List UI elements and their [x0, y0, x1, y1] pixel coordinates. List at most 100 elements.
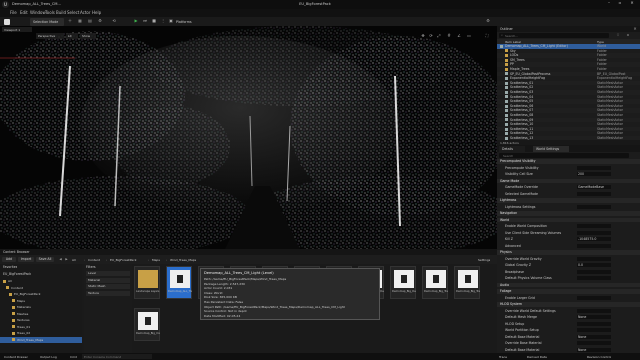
level-asset-tile[interactable]: Demomap_Big_Trees_CM_Light_Built — [454, 266, 480, 299]
folder-tree-item[interactable]: Trees_02 — [0, 330, 82, 336]
close-outliner-icon[interactable]: ✕ — [632, 26, 638, 32]
menu-file[interactable]: File — [10, 10, 17, 15]
cmd-button[interactable]: Cmd — [70, 355, 77, 359]
folder-tree-item[interactable]: Textures — [0, 317, 82, 323]
menu-select[interactable]: Select — [67, 10, 79, 15]
details-property-row[interactable]: Default Base Material None — [497, 347, 640, 353]
output-log-button[interactable]: Output Log — [40, 355, 57, 359]
breadcrumb-content[interactable]: Content — [88, 258, 100, 262]
cinematics-icon[interactable]: ▤ — [86, 18, 94, 26]
menu-actor[interactable]: Actor — [80, 10, 91, 15]
details-property-row[interactable]: GameMode Override GameModeBase — [497, 185, 640, 190]
details-property-row[interactable]: Default Physics Volume Class — [497, 276, 640, 281]
details-section-header[interactable]: Lightmass — [497, 198, 640, 203]
folder-tree-item[interactable]: Materials — [0, 304, 82, 310]
selection-mode-dropdown[interactable]: Selection Mode — [30, 18, 64, 26]
reset-icon[interactable]: ⟲ — [110, 18, 118, 26]
property-value[interactable]: -1048575.0 — [577, 237, 611, 242]
stop-icon[interactable]: ■ — [150, 18, 158, 26]
perspective-button[interactable]: Perspective — [36, 33, 64, 39]
world-settings-tab[interactable]: World Settings — [533, 146, 569, 152]
show-button[interactable]: Show — [80, 33, 96, 39]
breadcrumb-all[interactable]: All — [72, 258, 76, 262]
breadcrumb-project[interactable]: EU_BigForestPack — [110, 258, 137, 262]
outliner-tab[interactable]: Outliner — [500, 27, 513, 31]
content-drawer-button[interactable]: Content Drawer — [4, 355, 28, 359]
content-browser-tab[interactable]: Content Browser — [3, 250, 30, 254]
save-icon[interactable] — [4, 19, 10, 25]
breadcrumb-wind-trees-maps[interactable]: Wind_Trees_Maps — [170, 258, 196, 262]
property-value[interactable] — [577, 321, 611, 326]
play-icon[interactable]: ▶ — [132, 18, 140, 26]
folder-tree-item[interactable]: Trees_01 — [0, 324, 82, 330]
revision-control-button[interactable]: Revision Control — [587, 355, 611, 359]
folder-tree-item[interactable]: Maps — [0, 298, 82, 304]
grid-snap-icon[interactable]: # — [446, 33, 452, 39]
maximize-viewport-icon[interactable]: ⛶ — [484, 33, 490, 39]
viewport-tab[interactable]: Viewport 1 — [2, 27, 32, 32]
details-property-row[interactable]: Override Base Material — [497, 341, 640, 346]
property-value[interactable] — [577, 165, 611, 170]
menu-tools[interactable]: Tools — [45, 10, 55, 15]
menu-window[interactable]: Window — [30, 10, 46, 15]
details-property-row[interactable]: Override World Default Settings — [497, 308, 640, 314]
details-property-row[interactable]: Lightmass Settings — [497, 204, 640, 210]
details-section-header[interactable]: HLOD System — [497, 302, 640, 307]
details-property-row[interactable]: World Partition Setup — [497, 328, 640, 333]
property-value[interactable] — [577, 328, 611, 333]
level-asset-tile[interactable]: Demomap_ALL_Trees_CM_Light — [166, 266, 192, 299]
folder-tree-item[interactable]: All — [0, 278, 82, 284]
details-section-header[interactable]: Game Mode — [497, 178, 640, 184]
property-value[interactable] — [577, 308, 611, 313]
column-type[interactable]: Type — [597, 40, 604, 44]
close-icon[interactable]: ✕ — [627, 0, 637, 8]
property-value[interactable] — [577, 269, 611, 274]
camera-speed-icon[interactable]: ▭ — [466, 33, 472, 39]
folder-tree-item[interactable]: EU_BigForestPack — [0, 291, 82, 297]
console-input[interactable]: Enter Console Command — [82, 354, 152, 359]
details-section-header[interactable]: Physics — [497, 250, 640, 255]
trace-button[interactable]: Trace — [499, 355, 507, 359]
add-content-icon[interactable]: ＋ — [66, 18, 74, 26]
filter-icon[interactable]: ⛉ — [615, 33, 621, 38]
property-value[interactable]: 200 — [577, 172, 611, 177]
favorites-section[interactable]: Favorites — [3, 265, 17, 269]
back-icon[interactable]: ◀ — [58, 257, 63, 262]
property-value[interactable] — [577, 230, 611, 235]
filters-label[interactable]: Filters — [86, 265, 96, 269]
details-property-row[interactable]: Use Client Side Streaming Volumes — [497, 230, 640, 236]
outliner-settings-icon[interactable]: ⚙ — [625, 33, 631, 38]
filter-item[interactable]: Static Mesh — [86, 284, 130, 289]
add-button[interactable]: Add — [2, 257, 16, 262]
property-value[interactable]: None — [577, 315, 611, 320]
details-section-header[interactable]: Navigation — [497, 211, 640, 216]
filter-item[interactable]: Material — [86, 277, 130, 283]
minimize-icon[interactable]: – — [604, 0, 614, 8]
maximize-icon[interactable]: ▫ — [615, 0, 625, 8]
details-tab[interactable]: Details — [499, 146, 525, 152]
details-section-header[interactable]: Precomputed Visibility — [497, 159, 640, 164]
details-property-row[interactable]: Default Base Material None — [497, 334, 640, 340]
filter-item[interactable]: Level — [86, 271, 130, 276]
folder-tree-item[interactable]: Content — [0, 285, 82, 291]
content-settings-button[interactable]: Settings — [478, 258, 490, 262]
level-viewport[interactable]: Viewport 1 Perspective Lit Show ✥ ⟳ ⤢ # … — [0, 26, 497, 249]
folder-tree-item[interactable]: Wind_Trees_Maps — [0, 336, 82, 343]
forward-icon[interactable]: ▶ — [64, 257, 69, 262]
details-property-row[interactable]: Broadphase — [497, 269, 640, 275]
property-value[interactable] — [577, 276, 611, 281]
details-property-row[interactable]: Kill Z -1048575.0 — [497, 237, 640, 242]
derived-data-button[interactable]: Derived Data — [527, 355, 547, 359]
scale-icon[interactable]: ⤢ — [436, 33, 442, 39]
unreal-logo-icon[interactable]: U — [2, 1, 9, 8]
play-options-icon[interactable]: ⋮ — [159, 18, 167, 26]
rotate-icon[interactable]: ⟳ — [428, 33, 434, 39]
property-value[interactable] — [577, 191, 611, 196]
menu-build[interactable]: Build — [56, 10, 66, 15]
folder-tree-item[interactable]: Meshes — [0, 311, 82, 317]
level-asset-tile[interactable]: Demomap_Big_Conifer_CM_Light — [134, 308, 160, 341]
details-property-row[interactable]: Selected GameMode — [497, 191, 640, 197]
property-value[interactable] — [577, 224, 611, 229]
settings-icon[interactable]: ⚙ — [484, 18, 492, 26]
save-all-button[interactable]: Save All — [36, 257, 54, 262]
